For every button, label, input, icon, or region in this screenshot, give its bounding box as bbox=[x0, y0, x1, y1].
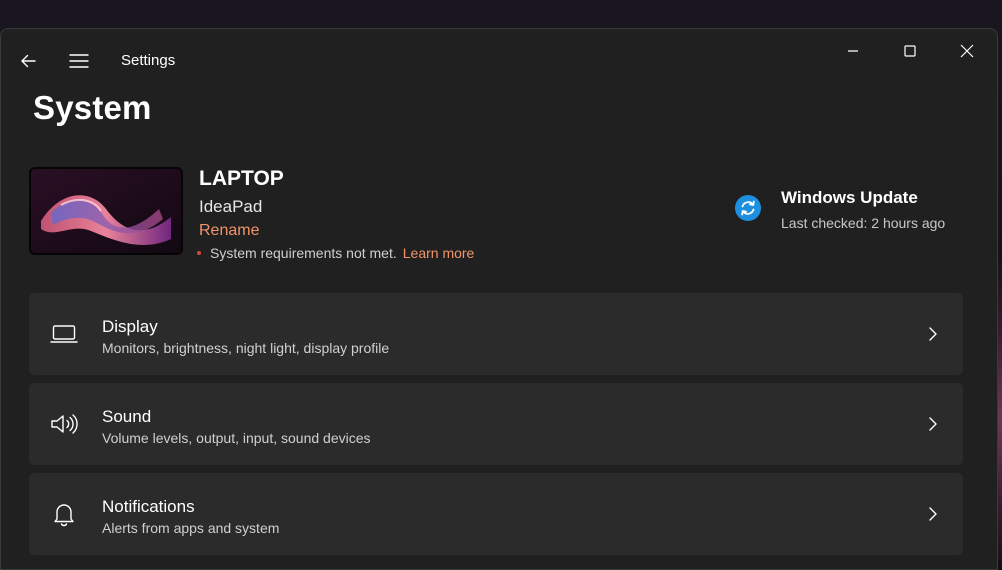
navigation-menu-button[interactable] bbox=[65, 47, 93, 75]
card-title: Sound bbox=[102, 407, 152, 426]
windows-update-title[interactable]: Windows Update bbox=[781, 188, 918, 208]
settings-window: Settings System LAPTOP IdeaPad Rename Sy… bbox=[0, 28, 998, 570]
bell-icon bbox=[49, 500, 79, 528]
wallpaper-preview-image bbox=[31, 169, 181, 253]
device-name: LAPTOP bbox=[199, 167, 284, 190]
card-title: Display bbox=[102, 317, 158, 336]
error-dot-icon bbox=[197, 251, 201, 255]
speaker-icon bbox=[49, 410, 79, 438]
card-description: Volume levels, output, input, sound devi… bbox=[102, 430, 371, 446]
minimize-button[interactable] bbox=[833, 37, 873, 65]
settings-card-display[interactable]: Display Monitors, brightness, night ligh… bbox=[29, 293, 963, 375]
device-model: IdeaPad bbox=[199, 197, 263, 216]
maximize-button[interactable] bbox=[890, 37, 930, 65]
card-title: Notifications bbox=[102, 497, 195, 516]
page-title: System bbox=[33, 89, 152, 126]
settings-card-notifications[interactable]: Notifications Alerts from apps and syste… bbox=[29, 473, 963, 555]
settings-card-sound[interactable]: Sound Volume levels, output, input, soun… bbox=[29, 383, 963, 465]
close-button[interactable] bbox=[947, 37, 987, 65]
rename-link[interactable]: Rename bbox=[199, 222, 259, 240]
minimize-icon bbox=[848, 50, 858, 52]
learn-more-link[interactable]: Learn more bbox=[403, 245, 475, 261]
close-icon bbox=[960, 44, 974, 58]
requirements-warning: System requirements not met. Learn more bbox=[197, 245, 474, 261]
device-wallpaper-thumbnail[interactable] bbox=[29, 167, 183, 255]
laptop-icon bbox=[49, 320, 79, 348]
windows-update-status: Last checked: 2 hours ago bbox=[781, 215, 946, 231]
chevron-right-icon bbox=[925, 324, 941, 344]
maximize-icon bbox=[904, 45, 916, 57]
title-bar: Settings bbox=[1, 29, 997, 75]
chevron-right-icon bbox=[925, 504, 941, 524]
chevron-right-icon bbox=[925, 414, 941, 434]
windows-update-button[interactable] bbox=[735, 195, 761, 221]
sync-icon bbox=[735, 195, 761, 221]
window-title: Settings bbox=[121, 52, 176, 69]
back-button[interactable] bbox=[15, 47, 43, 75]
arrow-left-icon bbox=[21, 54, 36, 68]
card-description: Alerts from apps and system bbox=[102, 520, 280, 536]
requirements-text: System requirements not met. bbox=[210, 245, 397, 261]
card-description: Monitors, brightness, night light, displ… bbox=[102, 340, 390, 356]
hamburger-icon bbox=[69, 54, 89, 68]
